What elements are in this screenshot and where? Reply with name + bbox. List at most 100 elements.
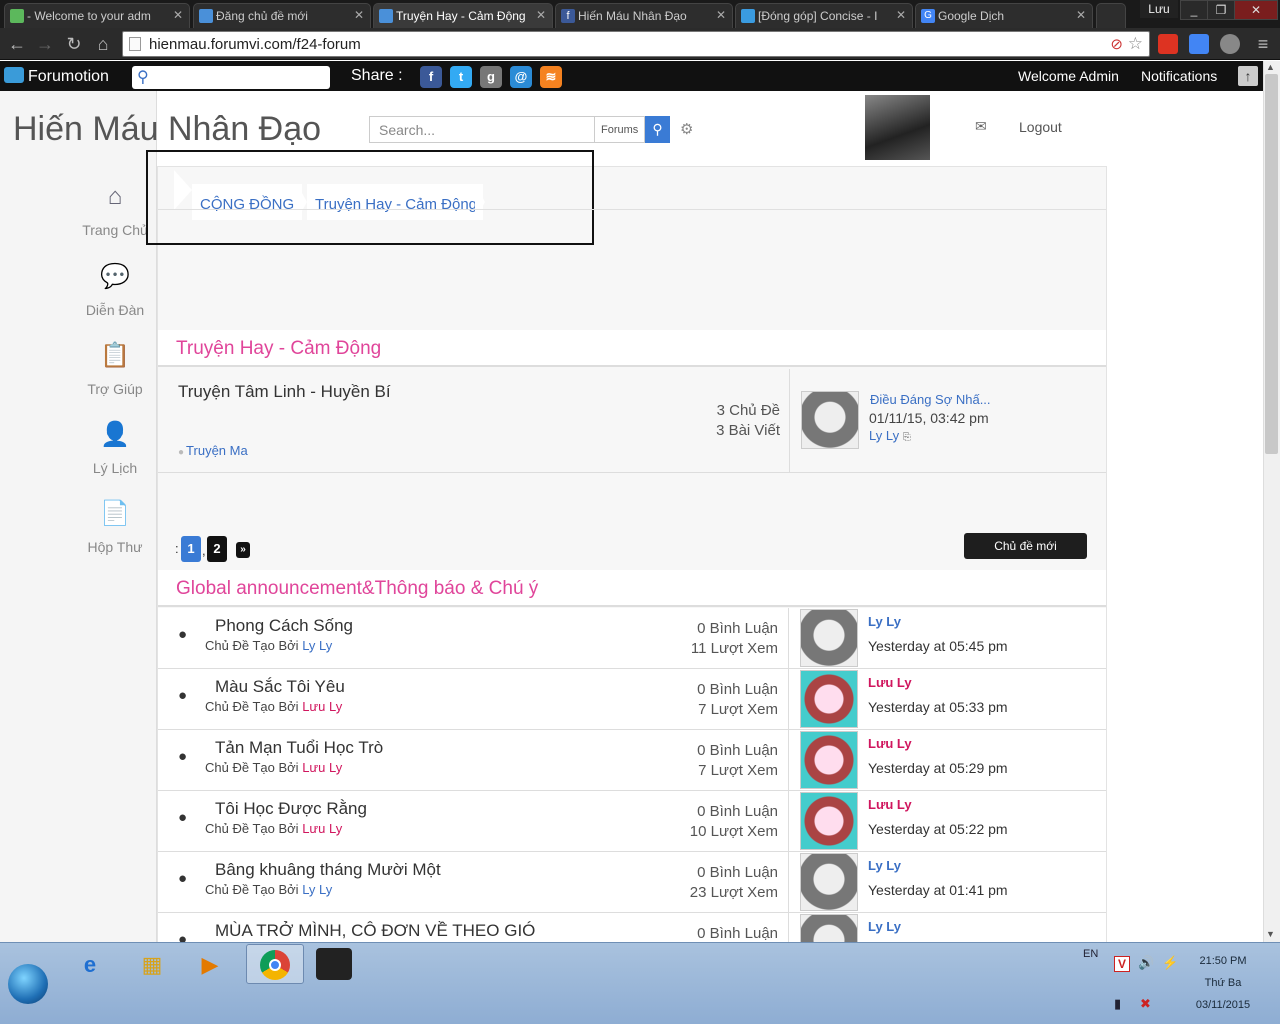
scroll-down-icon[interactable]: ▼ xyxy=(1266,929,1275,939)
last-poster-avatar[interactable] xyxy=(800,914,858,942)
browser-tab[interactable]: Đăng chủ đề mới ✕ xyxy=(193,3,371,28)
site-title[interactable]: Hiến Máu Nhân Đạo xyxy=(13,110,321,149)
author-link[interactable]: Lưu Ly xyxy=(302,699,342,714)
browser-tab[interactable]: f Hiến Máu Nhân Đạo ✕ xyxy=(555,3,733,28)
logout-link[interactable]: Logout xyxy=(1019,119,1062,135)
start-button[interactable] xyxy=(8,964,48,1004)
menu-icon[interactable]: ≡ xyxy=(1252,33,1274,55)
minimize-icon[interactable]: _ xyxy=(1180,0,1208,20)
last-poster-link[interactable]: Lưu Ly xyxy=(868,675,912,690)
close-icon[interactable]: ✕ xyxy=(896,8,906,22)
power-icon[interactable]: ⚡ xyxy=(1162,955,1178,971)
clock-date[interactable]: 03/11/2015 xyxy=(1188,999,1258,1011)
vietkey-icon[interactable]: V xyxy=(1114,956,1130,972)
page-2-button[interactable]: 2 xyxy=(207,536,227,562)
author-link[interactable]: Ly Ly xyxy=(302,638,332,653)
topic-title-link[interactable]: Phong Cách Sống xyxy=(215,616,353,636)
clock-time[interactable]: 21:50 PM xyxy=(1188,955,1258,967)
mail-icon[interactable]: ✉ xyxy=(975,118,987,135)
email-share-icon[interactable]: @ xyxy=(510,66,532,88)
window-close-icon[interactable]: ✕ xyxy=(1234,0,1278,20)
goto-post-icon[interactable]: ⎘ xyxy=(903,432,911,443)
network-icon[interactable]: ▮ xyxy=(1114,996,1121,1012)
topic-title-link[interactable]: Màu Sắc Tôi Yêu xyxy=(215,677,345,697)
sidebar-item-inbox[interactable]: 📄 Hộp Thư xyxy=(60,499,170,555)
notifications-link[interactable]: Notifications xyxy=(1141,68,1217,84)
last-poster-avatar[interactable] xyxy=(800,670,858,728)
browser-tab[interactable]: G Google Dịch ✕ xyxy=(915,3,1093,28)
last-poster-avatar[interactable] xyxy=(800,731,858,789)
adblock-extension-icon[interactable] xyxy=(1158,34,1178,54)
scrollbar-thumb[interactable] xyxy=(1265,74,1278,454)
topic-title-link[interactable]: Tôi Học Được Rằng xyxy=(215,799,367,819)
scroll-up-icon[interactable]: ▲ xyxy=(1266,62,1275,72)
taskbar-chrome-button[interactable] xyxy=(246,944,304,984)
restore-icon[interactable]: ❐ xyxy=(1207,0,1235,20)
sidebar-item-forum[interactable]: 💬 Diễn Đàn xyxy=(60,262,170,318)
last-poster-avatar[interactable] xyxy=(800,853,858,911)
last-poster-link[interactable]: Ly Ly xyxy=(868,614,901,629)
next-page-button[interactable]: » xyxy=(236,542,250,558)
reload-icon[interactable]: ↻ xyxy=(63,33,85,55)
home-icon[interactable]: ⌂ xyxy=(92,33,114,55)
avatar[interactable] xyxy=(865,95,930,160)
internet-explorer-icon[interactable]: e xyxy=(68,946,112,984)
search-button[interactable]: ⚲ xyxy=(645,116,670,143)
forumotion-logo[interactable]: Forumotion xyxy=(4,67,109,86)
facebook-share-icon[interactable]: f xyxy=(420,66,442,88)
last-poster-link[interactable]: Ly Ly xyxy=(868,919,901,934)
translate-extension-icon[interactable] xyxy=(1189,34,1209,54)
last-post-user[interactable]: Ly Ly ⎘ xyxy=(869,428,911,443)
profile-button[interactable]: Lưu xyxy=(1140,0,1178,18)
browser-tab[interactable]: [Đóng góp] Concise - I ✕ xyxy=(735,3,913,28)
address-bar[interactable]: hienmau.forumvi.com/f24-forum ⊘ ☆ xyxy=(122,31,1150,57)
last-poster-avatar[interactable] xyxy=(801,391,859,449)
rss-icon[interactable]: ≋ xyxy=(540,66,562,88)
media-player-icon[interactable]: ▶ xyxy=(188,946,232,984)
search-scope-select[interactable]: Forums xyxy=(595,116,645,143)
forum-title-link[interactable]: Truyện Tâm Linh - Huyền Bí xyxy=(178,382,391,402)
network-error-icon[interactable]: ✖ xyxy=(1140,996,1151,1012)
last-poster-avatar[interactable] xyxy=(800,792,858,850)
google-plus-share-icon[interactable]: g xyxy=(480,66,502,88)
last-poster-link[interactable]: Lưu Ly xyxy=(868,797,912,812)
close-icon[interactable]: ✕ xyxy=(1076,8,1086,22)
forward-icon[interactable]: → xyxy=(34,33,56,55)
sidebar-item-help[interactable]: 📋 Trợ Giúp xyxy=(60,341,170,397)
folder-icon[interactable]: ▦ xyxy=(130,946,174,984)
author-link[interactable]: Ly Ly xyxy=(302,882,332,897)
volume-icon[interactable]: 🔊 xyxy=(1138,955,1154,971)
last-poster-avatar[interactable] xyxy=(800,609,858,667)
film-extension-icon[interactable] xyxy=(1220,34,1240,54)
author-link[interactable]: Lưu Ly xyxy=(302,760,342,775)
subforum-link[interactable]: ● Truyện Ma xyxy=(178,443,248,458)
welcome-admin-link[interactable]: Welcome Admin xyxy=(1018,68,1119,84)
page-1-button[interactable]: 1 xyxy=(181,536,201,562)
browser-tab[interactable]: - Welcome to your adm ✕ xyxy=(4,3,190,28)
sidebar-item-profile[interactable]: 👤 Lý Lịch xyxy=(60,420,170,476)
close-icon[interactable]: ✕ xyxy=(716,8,726,22)
game-launcher-icon[interactable] xyxy=(316,948,352,980)
back-icon[interactable]: ← xyxy=(6,33,28,55)
star-icon[interactable]: ☆ xyxy=(1128,34,1143,54)
search-input[interactable]: Search... xyxy=(369,116,595,143)
close-icon[interactable]: ✕ xyxy=(354,8,364,22)
gear-icon[interactable]: ⚙ xyxy=(680,120,693,138)
topic-title-link[interactable]: MÙA TRỞ MÌNH, CÔ ĐƠN VỀ THEO GIÓ xyxy=(215,921,535,941)
new-tab-button[interactable] xyxy=(1096,3,1126,28)
last-poster-link[interactable]: Lưu Ly xyxy=(868,736,912,751)
blocked-icon[interactable]: ⊘ xyxy=(1110,35,1123,53)
last-post-link[interactable]: Điều Đáng Sợ Nhấ... xyxy=(870,392,991,407)
close-icon[interactable]: ✕ xyxy=(173,8,183,22)
topic-title-link[interactable]: Bâng khuâng tháng Mười Một xyxy=(215,860,441,880)
twitter-share-icon[interactable]: t xyxy=(450,66,472,88)
author-link[interactable]: Lưu Ly xyxy=(302,821,342,836)
new-topic-button[interactable]: Chủ đề mới xyxy=(964,533,1087,559)
last-poster-link[interactable]: Ly Ly xyxy=(868,858,901,873)
browser-tab-active[interactable]: Truyện Hay - Cảm Động ✕ xyxy=(373,3,553,28)
language-indicator[interactable]: EN xyxy=(1083,948,1098,960)
arrow-up-icon[interactable]: ↑ xyxy=(1238,66,1258,86)
forumotion-search-input[interactable]: ⚲ xyxy=(132,66,330,89)
clock-day[interactable]: Thứ Ba xyxy=(1188,977,1258,989)
close-icon[interactable]: ✕ xyxy=(536,8,546,22)
